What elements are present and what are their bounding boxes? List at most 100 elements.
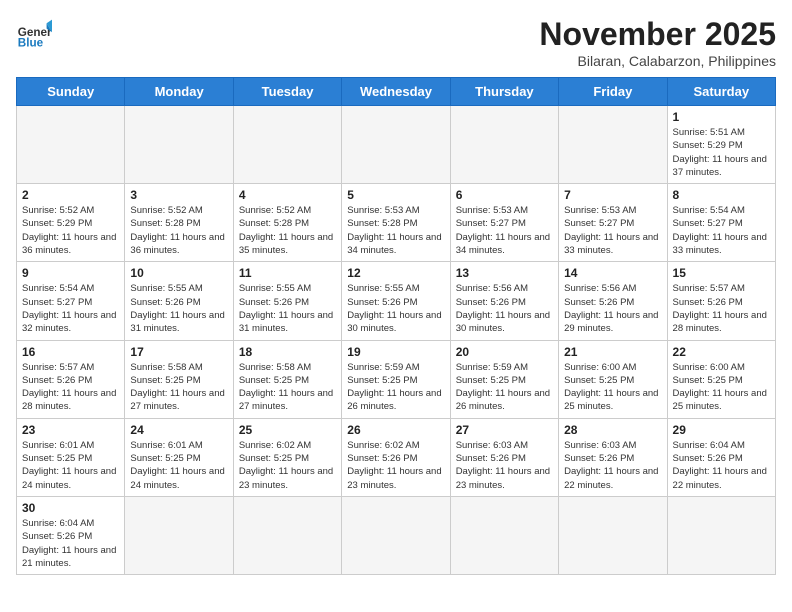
day-number-2: 2 [22, 188, 119, 202]
day-info-26: Sunrise: 6:02 AMSunset: 5:26 PMDaylight:… [347, 439, 444, 492]
day-number-25: 25 [239, 423, 336, 437]
day-cell-21: 21 Sunrise: 6:00 AMSunset: 5:25 PMDayligh… [559, 340, 667, 418]
day-cell-3: 3 Sunrise: 5:52 AMSunset: 5:28 PMDaylight… [125, 184, 233, 262]
empty-cell [233, 496, 341, 574]
day-info-24: Sunrise: 6:01 AMSunset: 5:25 PMDaylight:… [130, 439, 227, 492]
last-week-row: 30 Sunrise: 6:04 AMSunset: 5:26 PMDayligh… [17, 496, 776, 574]
page-header: General Blue November 2025 Bilaran, Cala… [16, 16, 776, 69]
day-number-17: 17 [130, 345, 227, 359]
title-block: November 2025 Bilaran, Calabarzon, Phili… [539, 16, 776, 69]
day-info-18: Sunrise: 5:58 AMSunset: 5:25 PMDaylight:… [239, 361, 336, 414]
day-number-20: 20 [456, 345, 553, 359]
empty-cell [559, 496, 667, 574]
week-row-1: 1 Sunrise: 5:51 AMSunset: 5:29 PMDaylight… [17, 106, 776, 184]
day-cell-6: 6Sunrise: 5:53 AMSunset: 5:27 PMDaylight… [450, 184, 558, 262]
day-cell-1: 1 Sunrise: 5:51 AMSunset: 5:29 PMDaylight… [667, 106, 775, 184]
day-number-12: 12 [347, 266, 444, 280]
day-cell-30: 30 Sunrise: 6:04 AMSunset: 5:26 PMDayligh… [17, 496, 125, 574]
day-info-8: Sunrise: 5:54 AMSunset: 5:27 PMDaylight:… [673, 204, 770, 257]
day-info-17: Sunrise: 5:58 AMSunset: 5:25 PMDaylight:… [130, 361, 227, 414]
day-info-15: Sunrise: 5:57 AMSunset: 5:26 PMDaylight:… [673, 282, 770, 335]
day-info-22: Sunrise: 6:00 AMSunset: 5:25 PMDaylight:… [673, 361, 770, 414]
day-cell-17: 17 Sunrise: 5:58 AMSunset: 5:25 PMDayligh… [125, 340, 233, 418]
day-info-2: Sunrise: 5:52 AMSunset: 5:29 PMDaylight:… [22, 204, 119, 257]
day-info-23: Sunrise: 6:01 AMSunset: 5:25 PMDaylight:… [22, 439, 119, 492]
day-number-24: 24 [130, 423, 227, 437]
day-info-27: Sunrise: 6:03 AMSunset: 5:26 PMDaylight:… [456, 439, 553, 492]
day-info-13: Sunrise: 5:56 AMSunset: 5:26 PMDaylight:… [456, 282, 553, 335]
day-info-29: Sunrise: 6:04 AMSunset: 5:26 PMDaylight:… [673, 439, 770, 492]
day-number-13: 13 [456, 266, 553, 280]
week-row-3: 9Sunrise: 5:54 AMSunset: 5:27 PMDaylight… [17, 262, 776, 340]
week-row-2: 2 Sunrise: 5:52 AMSunset: 5:29 PMDaylight… [17, 184, 776, 262]
week-row-4: 16Sunrise: 5:57 AMSunset: 5:26 PMDayligh… [17, 340, 776, 418]
day-number-4: 4 [239, 188, 336, 202]
day-cell-10: 10Sunrise: 5:55 AMSunset: 5:26 PMDayligh… [125, 262, 233, 340]
header-friday: Friday [559, 78, 667, 106]
day-cell-18: 18 Sunrise: 5:58 AMSunset: 5:25 PMDayligh… [233, 340, 341, 418]
logo-icon: General Blue [16, 16, 52, 52]
day-info-30: Sunrise: 6:04 AMSunset: 5:26 PMDaylight:… [22, 517, 119, 570]
day-cell-11: 11 Sunrise: 5:55 AMSunset: 5:26 PMDayligh… [233, 262, 341, 340]
day-number-30: 30 [22, 501, 119, 515]
header-wednesday: Wednesday [342, 78, 450, 106]
day-number-14: 14 [564, 266, 661, 280]
day-info-5: Sunrise: 5:53 AMSunset: 5:28 PMDaylight:… [347, 204, 444, 257]
header-tuesday: Tuesday [233, 78, 341, 106]
day-cell-20: 20 Sunrise: 5:59 AMSunset: 5:25 PMDayligh… [450, 340, 558, 418]
day-number-18: 18 [239, 345, 336, 359]
day-info-7: Sunrise: 5:53 AMSunset: 5:27 PMDaylight:… [564, 204, 661, 257]
empty-cell [342, 496, 450, 574]
day-cell-5: 5 Sunrise: 5:53 AMSunset: 5:28 PMDaylight… [342, 184, 450, 262]
empty-cell [342, 106, 450, 184]
header-thursday: Thursday [450, 78, 558, 106]
day-number-27: 27 [456, 423, 553, 437]
day-info-25: Sunrise: 6:02 AMSunset: 5:25 PMDaylight:… [239, 439, 336, 492]
day-cell-29: 29Sunrise: 6:04 AMSunset: 5:26 PMDayligh… [667, 418, 775, 496]
logo: General Blue [16, 16, 52, 52]
day-number-1: 1 [673, 110, 770, 124]
day-info-20: Sunrise: 5:59 AMSunset: 5:25 PMDaylight:… [456, 361, 553, 414]
header-monday: Monday [125, 78, 233, 106]
month-title: November 2025 [539, 16, 776, 53]
day-cell-25: 25 Sunrise: 6:02 AMSunset: 5:25 PMDayligh… [233, 418, 341, 496]
day-number-3: 3 [130, 188, 227, 202]
day-cell-4: 4 Sunrise: 5:52 AMSunset: 5:28 PMDaylight… [233, 184, 341, 262]
day-info-19: Sunrise: 5:59 AMSunset: 5:25 PMDaylight:… [347, 361, 444, 414]
day-number-8: 8 [673, 188, 770, 202]
day-info-9: Sunrise: 5:54 AMSunset: 5:27 PMDaylight:… [22, 282, 119, 335]
empty-cell [125, 106, 233, 184]
empty-cell [125, 496, 233, 574]
day-number-11: 11 [239, 266, 336, 280]
day-cell-12: 12Sunrise: 5:55 AMSunset: 5:26 PMDayligh… [342, 262, 450, 340]
day-cell-15: 15 Sunrise: 5:57 AMSunset: 5:26 PMDayligh… [667, 262, 775, 340]
day-info-1: Sunrise: 5:51 AMSunset: 5:29 PMDaylight:… [673, 126, 770, 179]
day-info-4: Sunrise: 5:52 AMSunset: 5:28 PMDaylight:… [239, 204, 336, 257]
day-cell-16: 16Sunrise: 5:57 AMSunset: 5:26 PMDayligh… [17, 340, 125, 418]
day-info-16: Sunrise: 5:57 AMSunset: 5:26 PMDaylight:… [22, 361, 119, 414]
location: Bilaran, Calabarzon, Philippines [539, 53, 776, 69]
day-number-15: 15 [673, 266, 770, 280]
calendar-table: Sunday Monday Tuesday Wednesday Thursday… [16, 77, 776, 575]
day-cell-14: 14 Sunrise: 5:56 AMSunset: 5:26 PMDayligh… [559, 262, 667, 340]
day-number-5: 5 [347, 188, 444, 202]
weekday-header-row: Sunday Monday Tuesday Wednesday Thursday… [17, 78, 776, 106]
empty-cell [450, 106, 558, 184]
day-cell-19: 19Sunrise: 5:59 AMSunset: 5:25 PMDayligh… [342, 340, 450, 418]
day-cell-9: 9Sunrise: 5:54 AMSunset: 5:27 PMDaylight… [17, 262, 125, 340]
day-info-10: Sunrise: 5:55 AMSunset: 5:26 PMDaylight:… [130, 282, 227, 335]
empty-cell [559, 106, 667, 184]
day-info-11: Sunrise: 5:55 AMSunset: 5:26 PMDaylight:… [239, 282, 336, 335]
week-row-5: 23 Sunrise: 6:01 AMSunset: 5:25 PMDayligh… [17, 418, 776, 496]
day-number-6: 6 [456, 188, 553, 202]
day-number-7: 7 [564, 188, 661, 202]
day-number-28: 28 [564, 423, 661, 437]
header-saturday: Saturday [667, 78, 775, 106]
day-info-21: Sunrise: 6:00 AMSunset: 5:25 PMDaylight:… [564, 361, 661, 414]
day-number-23: 23 [22, 423, 119, 437]
day-cell-7: 7 Sunrise: 5:53 AMSunset: 5:27 PMDaylight… [559, 184, 667, 262]
day-info-3: Sunrise: 5:52 AMSunset: 5:28 PMDaylight:… [130, 204, 227, 257]
day-number-21: 21 [564, 345, 661, 359]
day-info-14: Sunrise: 5:56 AMSunset: 5:26 PMDaylight:… [564, 282, 661, 335]
day-cell-13: 13 Sunrise: 5:56 AMSunset: 5:26 PMDayligh… [450, 262, 558, 340]
